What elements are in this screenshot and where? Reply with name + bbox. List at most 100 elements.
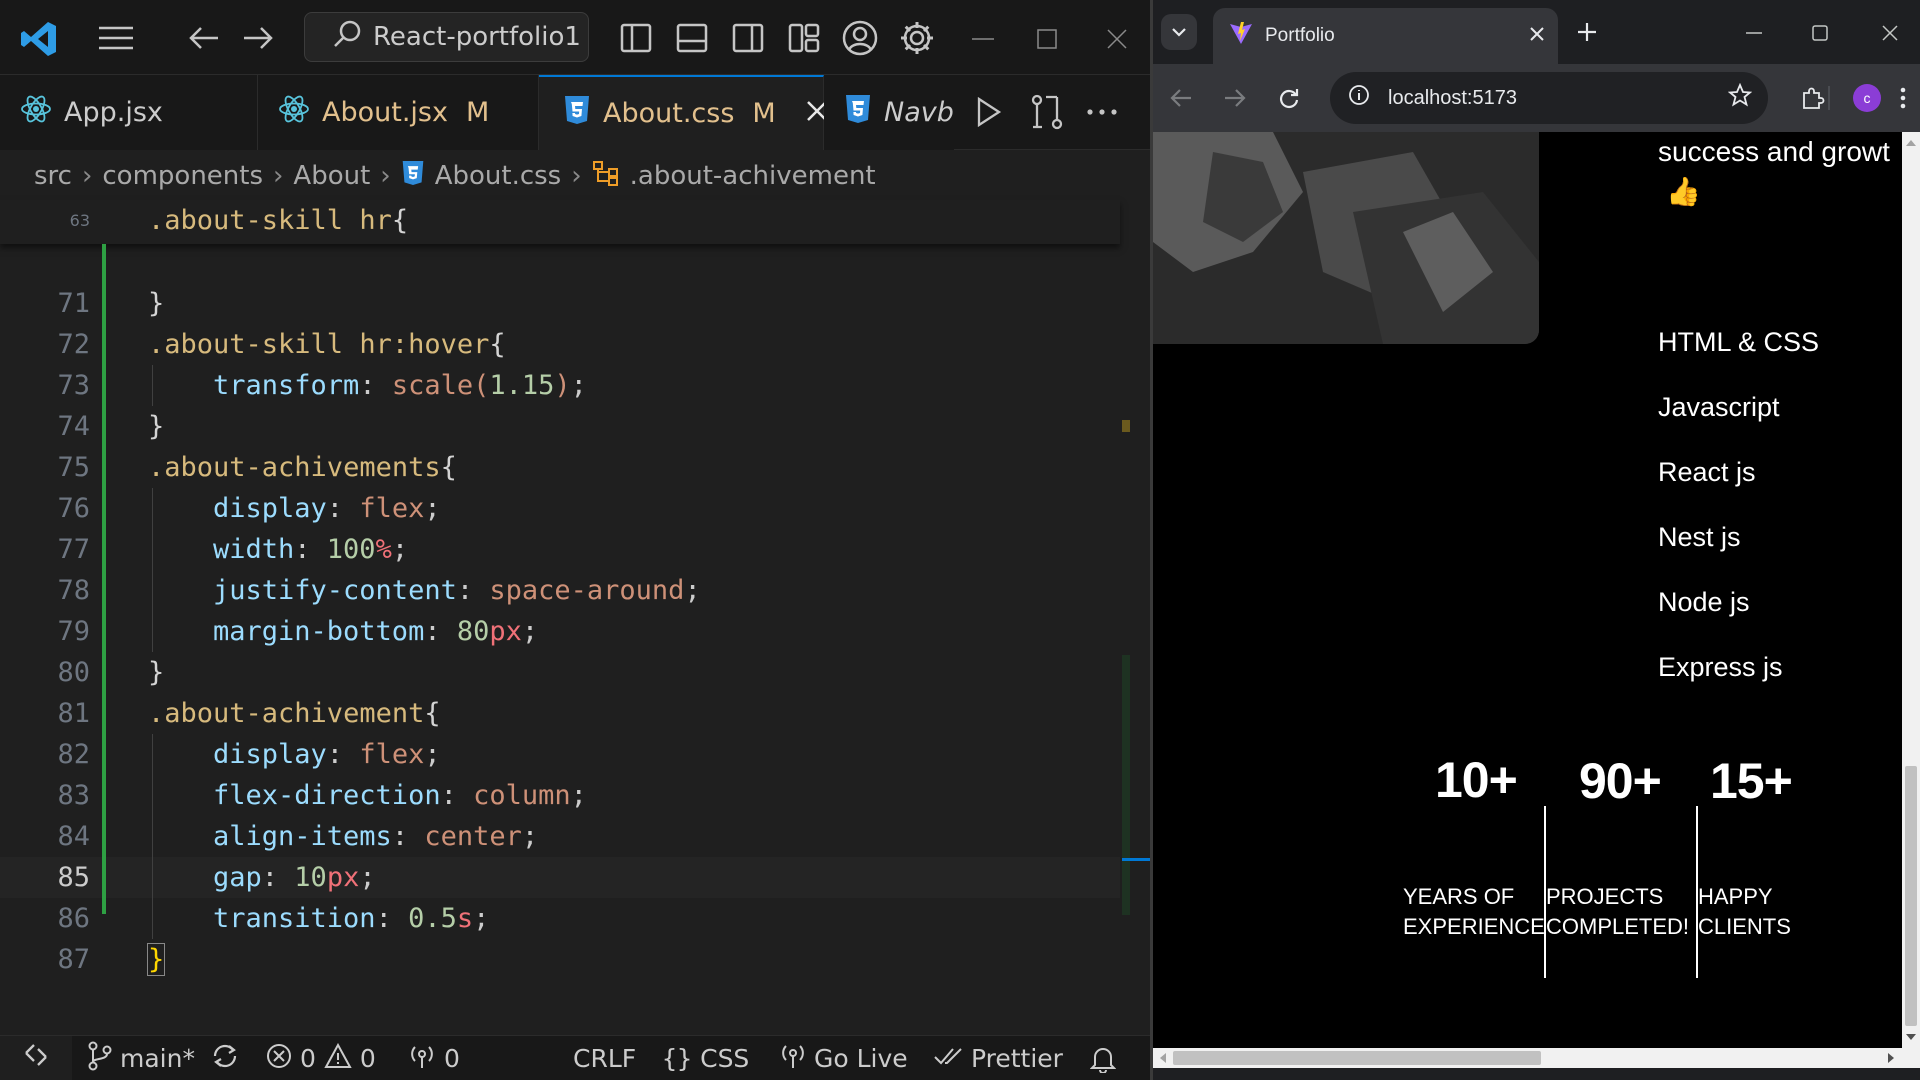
code-line[interactable]: 80} <box>0 652 1120 693</box>
title-bar: React-portfolio1 <box>0 0 1150 75</box>
achievement-label-line: HAPPY <box>1698 884 1773 909</box>
code-line[interactable]: 81 .about-achivement{ <box>0 693 1120 734</box>
breadcrumb-item[interactable]: .about-achivement <box>630 161 876 191</box>
broadcast-icon <box>780 1042 806 1076</box>
tab-navbar[interactable]: Navb <box>824 75 954 150</box>
achievement-number: 15+ <box>1710 753 1793 809</box>
prettier-status[interactable]: Prettier <box>933 1036 1063 1080</box>
sticky-scroll-header[interactable]: 63 .about-skill hr{ <box>0 200 1120 244</box>
code-text: } <box>148 657 165 688</box>
code-line[interactable]: 73 transform: scale(1.15); <box>0 365 1120 406</box>
line-number: 73 <box>57 370 90 401</box>
ports-status[interactable]: 0 <box>408 1036 460 1080</box>
achievement-number: 10+ <box>1435 752 1518 808</box>
branch-status[interactable]: main* <box>88 1036 239 1080</box>
more-actions-icon[interactable] <box>1084 95 1120 129</box>
skill-item: Express js <box>1658 652 1783 682</box>
url-text: localhost:5173 <box>1388 86 1517 109</box>
code-line[interactable]: 83 flex-direction: column; <box>0 775 1120 816</box>
vite-logo-icon <box>1229 21 1253 51</box>
toggle-primary-sidebar-icon[interactable] <box>618 20 654 56</box>
site-info-icon[interactable] <box>1348 84 1370 112</box>
code-line[interactable]: 78 justify-content: space-around; <box>0 570 1120 611</box>
compare-changes-icon[interactable] <box>1028 93 1066 131</box>
browser-close-icon[interactable] <box>1875 18 1905 48</box>
breadcrumb-item[interactable]: About <box>293 161 370 191</box>
code-line[interactable]: 87} <box>0 939 1120 980</box>
css3-icon <box>844 94 872 131</box>
profile-avatar[interactable]: c <box>1853 84 1881 112</box>
reload-icon[interactable] <box>1273 82 1305 114</box>
close-window-icon[interactable] <box>1102 24 1132 54</box>
browser-minimize-icon[interactable] <box>1739 18 1769 48</box>
code-line[interactable]: 84 align-items: center; <box>0 816 1120 857</box>
scroll-right-arrow-icon[interactable] <box>1884 1051 1898 1065</box>
browser-menu-kebab-icon[interactable] <box>1891 82 1915 114</box>
horizontal-scrollbar-thumb[interactable] <box>1173 1051 1541 1065</box>
code-text: width: 100%; <box>213 534 409 565</box>
minimize-icon[interactable] <box>968 24 998 54</box>
search-label: React-portfolio1 <box>373 22 581 52</box>
line-number: 82 <box>57 739 90 770</box>
scroll-left-arrow-icon[interactable] <box>1156 1051 1170 1065</box>
go-live-button[interactable]: Go Live <box>780 1036 908 1080</box>
code-text: transform: scale(1.15); <box>213 370 587 401</box>
editor-scrollbar[interactable] <box>1122 655 1130 915</box>
code-text: } <box>146 943 166 976</box>
menu-icon[interactable] <box>96 22 136 54</box>
code-line[interactable]: 74} <box>0 406 1120 447</box>
problems-status[interactable]: 0 0 <box>266 1036 376 1080</box>
maximize-icon[interactable] <box>1032 24 1062 54</box>
selector-symbol-icon <box>592 160 620 193</box>
close-tab-icon[interactable] <box>1530 25 1544 47</box>
toggle-panel-icon[interactable] <box>674 20 710 56</box>
forward-arrow-icon[interactable] <box>240 20 276 56</box>
code-line[interactable]: 82 display: flex; <box>0 734 1120 775</box>
page-viewport[interactable]: success and growt 👍 HTML & CSS Javascrip… <box>1153 132 1920 1080</box>
notifications-bell-icon[interactable] <box>1090 1036 1116 1080</box>
eol-status[interactable]: CRLF <box>573 1036 636 1080</box>
language-status[interactable]: {} CSS <box>662 1036 749 1080</box>
language-label: CSS <box>700 1044 750 1073</box>
eol-label: CRLF <box>573 1044 637 1073</box>
overview-ruler-cursor <box>1122 858 1150 861</box>
code-line[interactable]: 85 gap: 10px; <box>0 857 1120 898</box>
code-line[interactable]: 72 .about-skill hr:hover{ <box>0 324 1120 365</box>
tab-title: Portfolio <box>1265 25 1335 46</box>
bookmark-star-icon[interactable] <box>1727 82 1753 113</box>
tab-app-jsx[interactable]: App.jsx <box>0 75 258 150</box>
code-line[interactable]: 86 transition: 0.5s; <box>0 898 1120 939</box>
breadcrumb-item[interactable]: About.css <box>435 161 562 191</box>
sync-icon[interactable] <box>211 1043 239 1075</box>
breadcrumb-item[interactable]: src <box>34 161 72 191</box>
run-play-icon[interactable] <box>972 95 1006 129</box>
back-arrow-icon[interactable] <box>186 20 222 56</box>
browser-tab-portfolio[interactable]: Portfolio <box>1213 8 1558 64</box>
code-line[interactable]: 77 width: 100%; <box>0 529 1120 570</box>
account-icon[interactable] <box>840 18 880 58</box>
code-line[interactable] <box>0 242 1120 283</box>
command-center-search[interactable]: React-portfolio1 <box>304 12 589 62</box>
scroll-up-arrow-icon[interactable] <box>1904 136 1918 150</box>
vertical-scrollbar-thumb[interactable] <box>1905 766 1917 1026</box>
code-line[interactable]: 79 margin-bottom: 80px; <box>0 611 1120 652</box>
code-line[interactable]: 76 display: flex; <box>0 488 1120 529</box>
browser-back-icon[interactable] <box>1165 82 1197 114</box>
code-line[interactable]: 75 .about-achivements{ <box>0 447 1120 488</box>
tab-about-jsx[interactable]: About.jsx M <box>258 75 539 150</box>
breadcrumb-item[interactable]: components <box>102 161 263 191</box>
browser-maximize-icon[interactable] <box>1805 18 1835 48</box>
tab-about-css[interactable]: About.css M <box>539 75 827 150</box>
scroll-down-arrow-icon[interactable] <box>1904 1030 1918 1044</box>
customize-layout-icon[interactable] <box>786 20 822 56</box>
tab-search-chevron-icon[interactable] <box>1161 14 1197 50</box>
code-editor[interactable]: 71} 72 .about-skill hr:hover{ 73 transform: … <box>0 200 1150 1035</box>
remote-indicator[interactable] <box>0 1035 72 1080</box>
address-bar[interactable]: localhost:5173 <box>1330 72 1768 124</box>
profile-initial: c <box>1863 90 1871 106</box>
browser-forward-icon[interactable] <box>1219 82 1251 114</box>
settings-gear-icon[interactable] <box>897 18 937 58</box>
toggle-secondary-sidebar-icon[interactable] <box>730 20 766 56</box>
new-tab-plus-icon[interactable] <box>1571 16 1603 48</box>
code-line[interactable]: 71} <box>0 283 1120 324</box>
